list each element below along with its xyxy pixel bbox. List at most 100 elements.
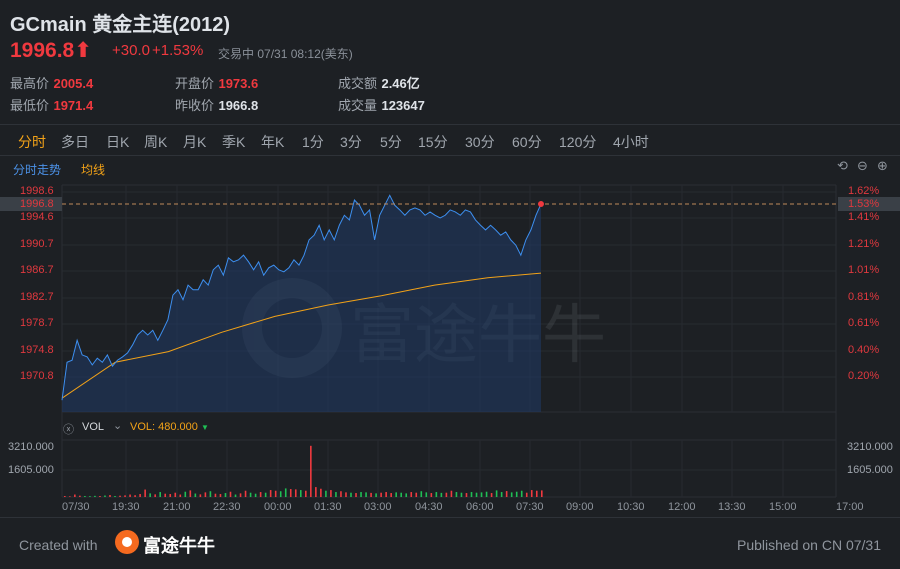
time-axis-label: 21:00 (163, 501, 191, 513)
volume-bar (134, 495, 136, 497)
volume-bar (269, 490, 272, 497)
volume-bar (224, 493, 227, 497)
time-axis-label: 22:30 (213, 501, 241, 513)
volume-bar (234, 494, 237, 497)
volume-bar (510, 492, 513, 497)
volume-bar (325, 490, 327, 497)
volume-bar (360, 492, 362, 497)
time-axis-label: 12:00 (668, 501, 696, 513)
time-axis-label: 19:30 (112, 501, 140, 513)
pct-axis-label: 0.40% (848, 344, 880, 356)
volume-bar (430, 493, 433, 497)
last-price-dot (538, 200, 544, 207)
vol-axis-label: 1605.000 (847, 464, 893, 476)
volume-bar (520, 490, 523, 497)
price-chart[interactable]: 富途牛牛 (0, 0, 900, 569)
volume-bar (315, 487, 317, 497)
volume-bar (279, 491, 282, 497)
volume-bar (284, 488, 287, 497)
volume-bar (184, 491, 187, 497)
vol-indicator-name[interactable]: VOL (82, 421, 104, 433)
volume-bar (490, 493, 493, 497)
pct-axis-label: 1.62% (848, 185, 880, 197)
volume-bar (500, 492, 503, 497)
vol-value: VOL: 480.000 ▼ (130, 421, 209, 433)
volume-bar (119, 495, 121, 497)
volume-bar (74, 494, 76, 497)
volume-bar (470, 492, 473, 497)
volume-bar (264, 492, 267, 497)
time-axis-label: 06:00 (466, 501, 494, 513)
volume-bar (415, 492, 418, 497)
volume-bar (299, 490, 302, 497)
volume-bar (440, 492, 443, 497)
volume-bar (229, 491, 232, 497)
volume-bar (99, 496, 101, 497)
volume-bar (410, 492, 413, 497)
volume-bar (259, 492, 262, 497)
created-with: Created with (19, 537, 98, 553)
volume-bar (129, 494, 131, 497)
time-axis-label: 01:30 (314, 501, 342, 513)
volume-bar (525, 492, 528, 497)
volume-bar (375, 493, 377, 497)
volume-bar (450, 490, 453, 497)
pct-axis-label: 0.61% (848, 317, 880, 329)
close-vol-icon[interactable]: ⓧ (63, 421, 74, 437)
volume-bar (535, 490, 538, 497)
volume-bar (460, 492, 463, 497)
pct-axis-label: 1.41% (848, 211, 880, 223)
volume-bar (340, 491, 342, 497)
volume-bar (350, 492, 352, 497)
volume-bar (305, 490, 307, 497)
volume-bar (79, 495, 81, 497)
volume-bar (345, 492, 347, 497)
price-axis-label: 1974.8 (20, 344, 54, 356)
volume-bar (114, 496, 116, 497)
chevron-down-icon[interactable]: ⌄ (113, 419, 122, 432)
volume-bar (189, 490, 192, 497)
pct-axis-label: 0.81% (848, 291, 880, 303)
volume-bar (380, 492, 382, 497)
volume-bar (144, 489, 146, 497)
volume-bar (194, 493, 197, 497)
volume-bar (124, 495, 126, 497)
pct-axis-label: 1.01% (848, 264, 880, 276)
time-axis-label: 07:30 (516, 501, 544, 513)
divider (0, 517, 900, 518)
current-price-tag: 1996.8 (0, 197, 62, 211)
volume-bar (159, 492, 161, 497)
volume-bar (420, 491, 423, 497)
down-triangle-icon: ▼ (200, 423, 209, 432)
volume-bar (164, 493, 167, 497)
volume-bar (310, 445, 312, 497)
volume-bar (370, 492, 372, 497)
volume-bar (89, 496, 91, 497)
futu-logo-icon (115, 530, 139, 554)
volume-bar (505, 491, 508, 497)
volume-bar (209, 491, 212, 497)
volume-bar (149, 493, 151, 497)
volume-bar (244, 490, 247, 497)
volume-bar (355, 493, 357, 497)
current-pct-tag: 1.53% (838, 197, 900, 211)
volume-bar (515, 491, 518, 497)
volume-bar (289, 489, 292, 497)
volume-bar (335, 492, 337, 497)
volume-bar (154, 494, 156, 497)
volume-bar (174, 492, 177, 497)
volume-bar (199, 494, 202, 497)
time-axis-label: 09:00 (566, 501, 594, 513)
volume-bar (390, 493, 392, 497)
volume-bar (64, 496, 66, 497)
volume-bar (104, 495, 106, 497)
volume-bar (204, 492, 207, 497)
volume-bar (69, 496, 71, 497)
vol-axis-label: 3210.000 (8, 441, 54, 453)
volume-bar (400, 492, 403, 497)
volume-bar (254, 493, 257, 497)
volume-bar (84, 496, 86, 497)
time-axis-label: 07/30 (62, 501, 90, 513)
price-axis-label: 1978.7 (20, 317, 54, 329)
volume-bar (485, 491, 488, 497)
